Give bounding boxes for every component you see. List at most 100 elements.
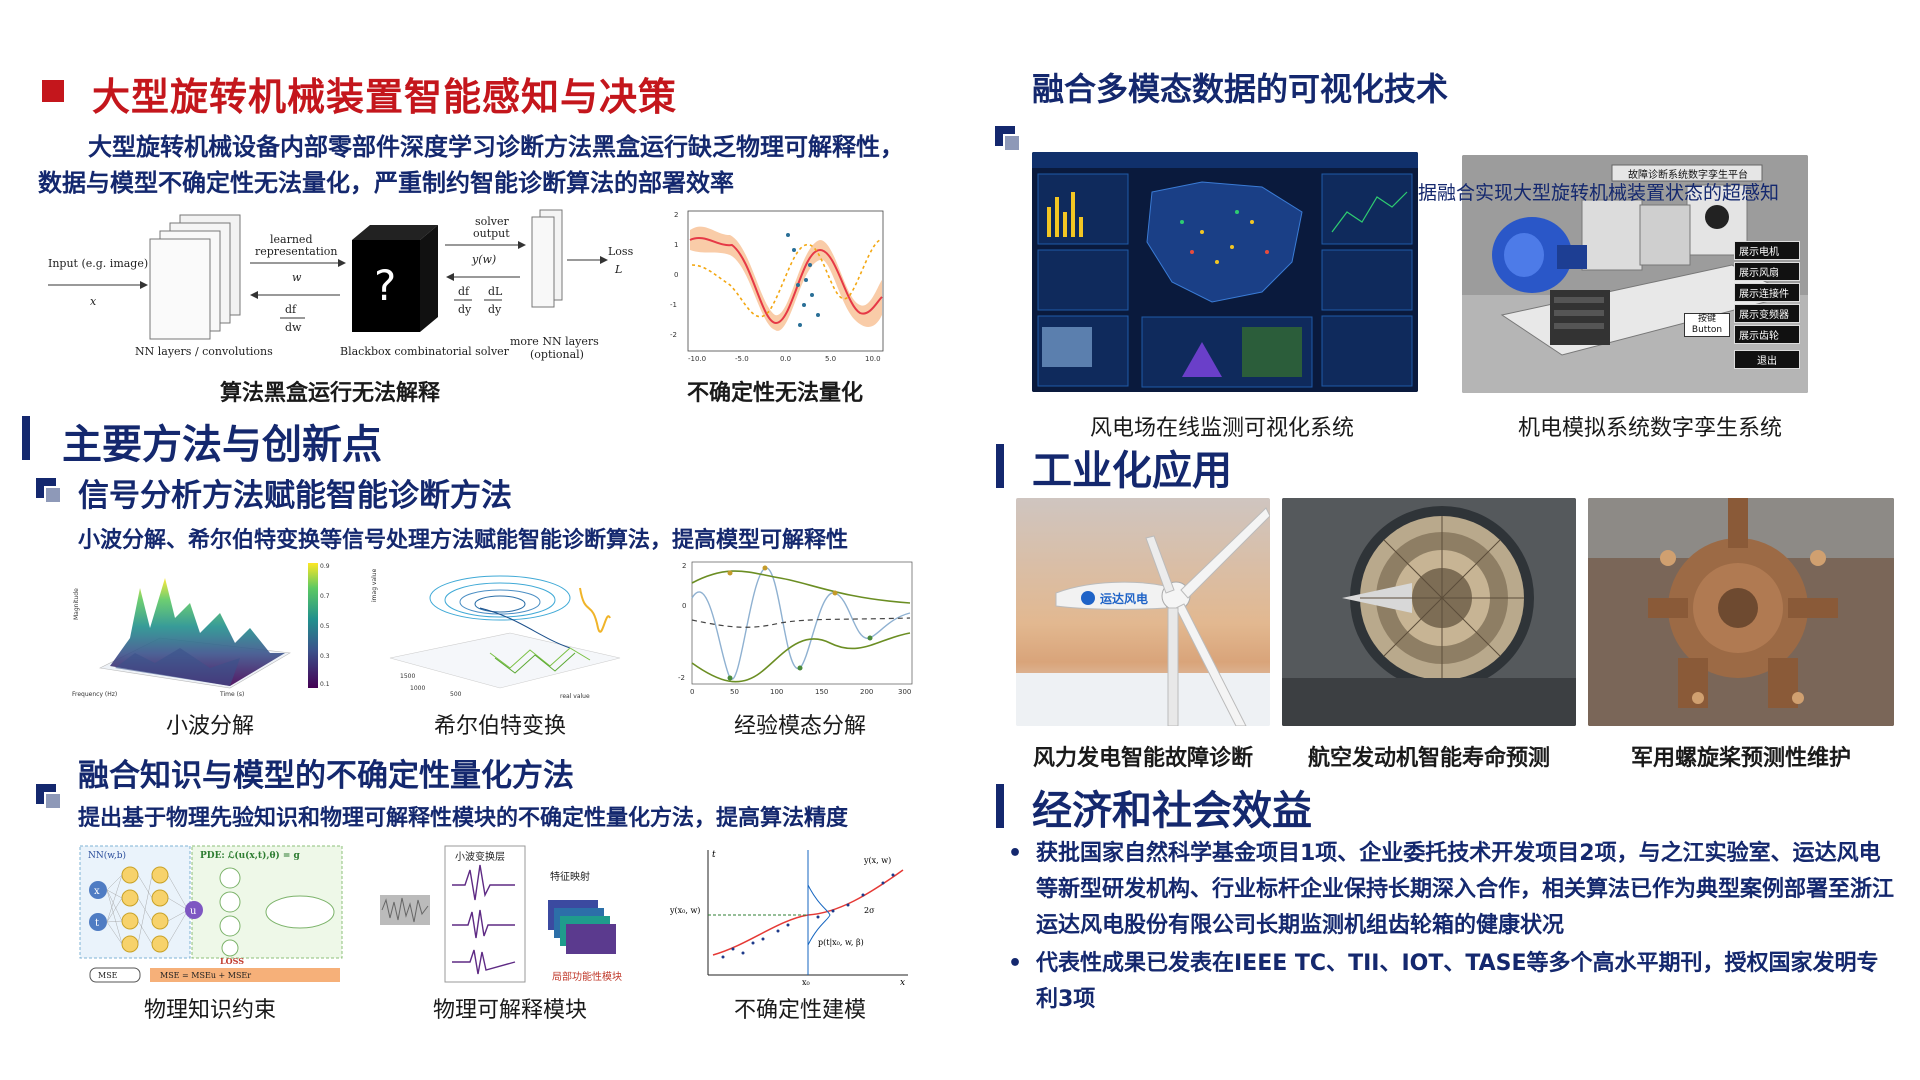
svg-text:2: 2 bbox=[674, 211, 678, 219]
wind-turbine-photo: 运达风电 bbox=[1016, 498, 1270, 726]
svg-text:150: 150 bbox=[815, 688, 828, 696]
w-var: w bbox=[292, 271, 302, 284]
overlay-hyperperception-text: 据融合实现大型旋转机械装置状态的超感知 bbox=[1418, 182, 1780, 204]
intro-line-2: 数据与模型不确定性无法量化，严重制约智能诊断算法的部署效率 bbox=[38, 169, 734, 197]
axis-t-label: t bbox=[712, 850, 716, 860]
benefit-item-1: 获批国家自然科学基金项目1项、企业委托技术开发项目2项，与之江实验室、运达风电等… bbox=[1006, 836, 1896, 944]
right-title-visualization: 融合多模态数据的可视化技术 bbox=[1032, 70, 1449, 108]
caption-blackbox: 算法黑盒运行无法解释 bbox=[219, 380, 440, 406]
caption-digital-twin: 机电模拟系统数字孪生系统 bbox=[1517, 416, 1782, 441]
twin-button-inverter[interactable]: 展示变频器 bbox=[1734, 304, 1800, 323]
caption-uncertainty: 不确定性无法量化 bbox=[686, 380, 863, 406]
main-title: 大型旋转机械装置智能感知与决策 bbox=[92, 75, 678, 119]
wavelet-3d-plot: 0.9 0.7 0.5 0.3 0.1 Frequency (Hz) Time (s) M… bbox=[70, 558, 330, 700]
title-marker-icon bbox=[42, 80, 64, 102]
wavelet-layer-label: 小波变换层 bbox=[455, 850, 505, 863]
svg-text:0.0: 0.0 bbox=[780, 355, 791, 363]
yw-label: y(w) bbox=[471, 253, 496, 266]
svg-text:1000: 1000 bbox=[410, 685, 425, 692]
feature-map-label: 特征映射 bbox=[550, 871, 590, 883]
twin-button-motor[interactable]: 展示电机 bbox=[1734, 241, 1800, 260]
svg-text:Magnitude: Magnitude bbox=[73, 588, 80, 620]
twin-key-box[interactable]: 按键 Button bbox=[1684, 313, 1730, 337]
propeller-engine-photo bbox=[1588, 498, 1894, 726]
caption-physics: 物理知识约束 bbox=[143, 998, 276, 1023]
svg-text:?: ? bbox=[374, 261, 396, 310]
caption-unc-model: 不确定性建模 bbox=[733, 998, 866, 1023]
dL-label: dL bbox=[488, 285, 503, 298]
turbine-brand-label: 运达风电 bbox=[1100, 592, 1149, 606]
svg-text:2: 2 bbox=[682, 562, 686, 570]
subsection-title-uncertainty: 融合知识与模型的不确定性量化方法 bbox=[78, 758, 574, 794]
svg-text:0.9: 0.9 bbox=[320, 563, 330, 570]
x0-label: x₀ bbox=[802, 978, 810, 985]
twin-button-fan[interactable]: 展示风扇 bbox=[1734, 262, 1800, 281]
svg-text:200: 200 bbox=[860, 688, 873, 696]
optional-label: (optional) bbox=[530, 348, 584, 361]
local-module-label: 局部功能性模块 bbox=[552, 970, 622, 983]
svg-text:0: 0 bbox=[690, 688, 694, 696]
curve-label: y(x, w) bbox=[863, 856, 891, 865]
twin-key-en-label: Button bbox=[1691, 325, 1723, 335]
repr-label: representation bbox=[255, 245, 337, 258]
dw-label: dw bbox=[285, 321, 302, 334]
subsection-desc-signal: 小波分解、希尔伯特变换等信号处理方法赋能智能诊断算法，提高模型可解释性 bbox=[78, 527, 849, 553]
twin-button-exit[interactable]: 退出 bbox=[1734, 350, 1800, 369]
svg-text:300: 300 bbox=[898, 688, 911, 696]
uncertainty-plot: 2 1 0 -1 -2 -10.0 -5.0 0.0 5.0 10.0 bbox=[660, 205, 890, 365]
emd-plot: 2 0 -2 0 50 100 150 200 300 bbox=[670, 558, 920, 700]
blackbox-label: Blackbox combinatorial solver bbox=[340, 345, 510, 358]
svg-text:Frequency (Hz): Frequency (Hz) bbox=[72, 691, 117, 698]
svg-text:-10.0: -10.0 bbox=[688, 355, 706, 363]
app-section-bar-icon bbox=[996, 444, 1004, 488]
twin-button-connector[interactable]: 展示连接件 bbox=[1734, 283, 1800, 302]
output-label: output bbox=[473, 227, 510, 240]
node-t: t bbox=[95, 918, 99, 929]
nn-layers-label: NN layers / convolutions bbox=[135, 345, 273, 358]
subsection-square-icon-2 bbox=[36, 784, 62, 810]
right-title-square-icon bbox=[995, 126, 1021, 152]
blackbox-diagram: Input (e.g. image) x NN layers / convolu… bbox=[40, 205, 640, 375]
aero-engine-photo bbox=[1282, 498, 1576, 726]
svg-text:-5.0: -5.0 bbox=[735, 355, 749, 363]
caption-emd: 经验模态分解 bbox=[733, 714, 866, 739]
caption-wind-app: 风力发电智能故障诊断 bbox=[1032, 745, 1253, 771]
subsection-title-signal: 信号分析方法赋能智能诊断方法 bbox=[78, 478, 512, 514]
benefits-list: 获批国家自然科学基金项目1项、企业委托技术开发项目2项，与之江实验室、运达风电等… bbox=[1006, 836, 1896, 1020]
subsection-desc-uncertainty: 提出基于物理先验知识和物理可解释性模块的不确定性量化方法，提高算法精度 bbox=[78, 805, 849, 831]
svg-text:0.3: 0.3 bbox=[320, 653, 330, 660]
twin-menu: 展示电机 展示风扇 展示连接件 展示变频器 展示齿轮 退出 bbox=[1734, 241, 1800, 369]
benefit-item-2: 代表性成果已发表在IEEE TC、TII、IOT、TASE等多个高水平期刊，授权… bbox=[1006, 946, 1896, 1018]
benefit-section-bar-icon bbox=[996, 784, 1004, 828]
svg-text:-2: -2 bbox=[678, 674, 685, 682]
right-title-industrial: 工业化应用 bbox=[1032, 448, 1232, 494]
input-label: Input (e.g. image) bbox=[48, 257, 148, 270]
pde-label: PDE: ℒ(u(x,t),θ) = g bbox=[200, 850, 301, 861]
twin-button-gear[interactable]: 展示齿轮 bbox=[1734, 325, 1800, 344]
dfl-label: df bbox=[285, 303, 297, 316]
svg-text:0.1: 0.1 bbox=[320, 681, 330, 688]
twin-key-label: 按键 bbox=[1697, 314, 1716, 324]
L-label: L bbox=[614, 263, 622, 276]
node-x: x bbox=[94, 886, 100, 897]
hilbert-3d-plot: imag value real value 1500 1000 500 bbox=[370, 558, 640, 700]
more-nn-label: more NN layers bbox=[510, 335, 599, 348]
y-x0-label: y(x₀, w) bbox=[669, 906, 700, 915]
section-title-methods: 主要方法与创新点 bbox=[62, 422, 382, 468]
uncertainty-model-plot: t x y(x₀, w) 2σ p(t|x₀, w, β) x₀ y(x, w) bbox=[668, 845, 918, 988]
section-bar-icon bbox=[22, 416, 30, 460]
dy2-label: dy bbox=[488, 303, 502, 316]
caption-wavelet: 小波分解 bbox=[165, 714, 254, 739]
pinn-diagram: NN(w,b) PDE: ℒ(u(x,t),θ) = g x t u LOSS … bbox=[70, 840, 350, 990]
dy-label: dy bbox=[458, 303, 472, 316]
svg-text:50: 50 bbox=[730, 688, 739, 696]
caption-hilbert: 希尔伯特变换 bbox=[433, 714, 566, 739]
svg-text:real value: real value bbox=[560, 693, 590, 700]
svg-text:1: 1 bbox=[674, 241, 678, 249]
wind-farm-dashboard-image bbox=[1032, 152, 1418, 392]
intro-line-1: 大型旋转机械设备内部零部件深度学习诊断方法黑盒运行缺乏物理可解释性， bbox=[88, 133, 904, 161]
mse-eq-label: MSE = MSEu + MSEr bbox=[160, 971, 251, 980]
svg-text:100: 100 bbox=[770, 688, 783, 696]
svg-text:10.0: 10.0 bbox=[865, 355, 881, 363]
caption-propeller-app: 军用螺旋桨预测性维护 bbox=[1630, 745, 1851, 771]
